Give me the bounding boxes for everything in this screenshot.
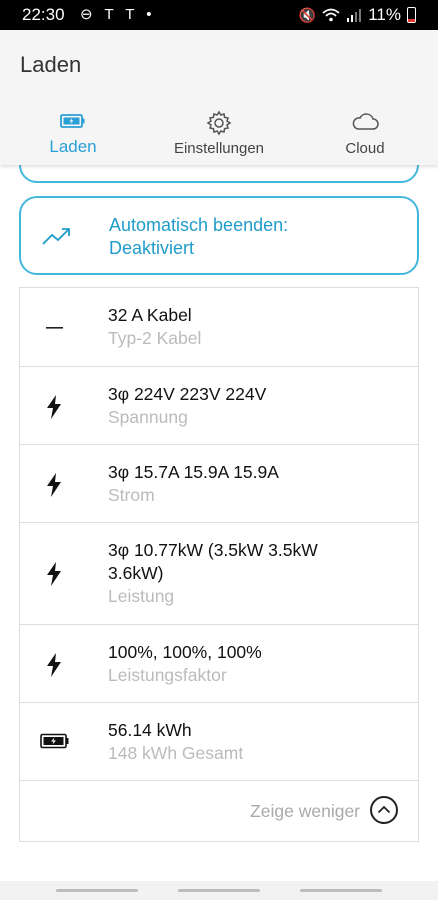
system-nav-bar bbox=[0, 881, 438, 900]
tab-bar: Laden Einstellungen Cloud bbox=[0, 108, 438, 165]
list-item-power-factor: 100%, 100%, 100% Leistungsfaktor bbox=[20, 625, 418, 703]
signal-icon bbox=[347, 9, 362, 22]
power-factor-value: 100%, 100%, 100% bbox=[108, 642, 262, 662]
show-less-row[interactable]: Zeige weniger bbox=[20, 779, 418, 841]
power-value-line1: 3φ 10.77kW (3.5kW 3.5kW bbox=[108, 540, 318, 560]
mute-icon: 🔇 bbox=[298, 6, 317, 23]
auto-stop-text: Automatisch beenden: Deaktiviert bbox=[109, 214, 288, 260]
cable-type: Typ-2 Kabel bbox=[108, 328, 202, 348]
tab-label: Einstellungen bbox=[173, 140, 265, 157]
show-less-button[interactable] bbox=[370, 796, 398, 824]
tab-einstellungen[interactable]: Einstellungen bbox=[146, 108, 292, 165]
power-value-line2: 3.6kW) bbox=[108, 563, 164, 583]
nav-recent-button[interactable] bbox=[56, 889, 138, 892]
bolt-icon bbox=[47, 473, 61, 497]
battery-icon bbox=[60, 114, 85, 128]
current-label: Strom bbox=[108, 485, 155, 505]
bolt-icon bbox=[47, 562, 61, 586]
power-factor-label: Leistungsfaktor bbox=[108, 665, 227, 685]
show-less-label[interactable]: Zeige weniger bbox=[250, 801, 360, 822]
content-area[interactable]: Automatisch beenden: Deaktiviert 32 A Ka… bbox=[0, 165, 438, 881]
list-item-voltage: 3φ 224V 223V 224V Spannung bbox=[20, 367, 418, 445]
voltage-value: 3φ 224V 223V 224V bbox=[108, 384, 267, 404]
energy-value: 56.14 kWh bbox=[108, 720, 192, 740]
list-item-cable: 32 A Kabel Typ-2 Kabel bbox=[20, 288, 418, 367]
status-bar: 22:30 ⊖ T T • 🔇 11% bbox=[0, 0, 438, 30]
voltage-label: Spannung bbox=[108, 407, 188, 427]
status-right: 🔇 11% bbox=[299, 5, 416, 25]
power-value: 3φ 10.77kW (3.5kW 3.5kW 3.6kW) bbox=[108, 539, 318, 585]
chevron-up-icon bbox=[377, 805, 391, 814]
charge-card-partial[interactable] bbox=[19, 165, 419, 183]
notification-icons: ⊖ T T • bbox=[80, 6, 156, 23]
tab-cloud[interactable]: Cloud bbox=[292, 108, 438, 165]
battery-status-icon bbox=[407, 7, 416, 23]
energy-total: 148 kWh Gesamt bbox=[108, 743, 244, 763]
current-value: 3φ 15.7A 15.9A 15.9A bbox=[108, 462, 279, 482]
bolt-icon bbox=[47, 653, 61, 677]
auto-stop-value: Deaktiviert bbox=[109, 238, 195, 258]
app-bar: Laden Laden Einstellungen Cloud bbox=[0, 30, 438, 165]
power-label: Leistung bbox=[108, 586, 175, 606]
auto-stop-title: Automatisch beenden: bbox=[109, 215, 289, 235]
battery-charging-icon bbox=[40, 733, 69, 749]
nav-back-button[interactable] bbox=[300, 889, 382, 892]
charging-details-list: 32 A Kabel Typ-2 Kabel 3φ 224V 223V 224V… bbox=[19, 287, 419, 842]
list-item-current: 3φ 15.7A 15.9A 15.9A Strom bbox=[20, 445, 418, 523]
battery-percent: 11% bbox=[368, 5, 401, 24]
trending-up-icon bbox=[42, 228, 70, 245]
cable-value: 32 A Kabel bbox=[108, 305, 192, 325]
tab-label: Laden bbox=[49, 137, 97, 156]
nav-home-button[interactable] bbox=[178, 889, 260, 892]
dash-icon bbox=[46, 327, 63, 329]
cloud-icon bbox=[352, 113, 379, 130]
tab-label: Cloud bbox=[345, 140, 385, 157]
list-item-energy: 56.14 kWh 148 kWh Gesamt bbox=[20, 703, 418, 781]
bolt-icon bbox=[47, 395, 61, 419]
status-time: 22:30 bbox=[22, 5, 65, 24]
auto-stop-card[interactable]: Automatisch beenden: Deaktiviert bbox=[19, 196, 419, 275]
tab-laden[interactable]: Laden bbox=[0, 108, 146, 165]
page-title: Laden bbox=[20, 52, 82, 77]
list-item-power: 3φ 10.77kW (3.5kW 3.5kW 3.6kW) Leistung bbox=[20, 523, 418, 625]
gear-icon bbox=[206, 110, 232, 136]
wifi-icon bbox=[322, 8, 340, 22]
